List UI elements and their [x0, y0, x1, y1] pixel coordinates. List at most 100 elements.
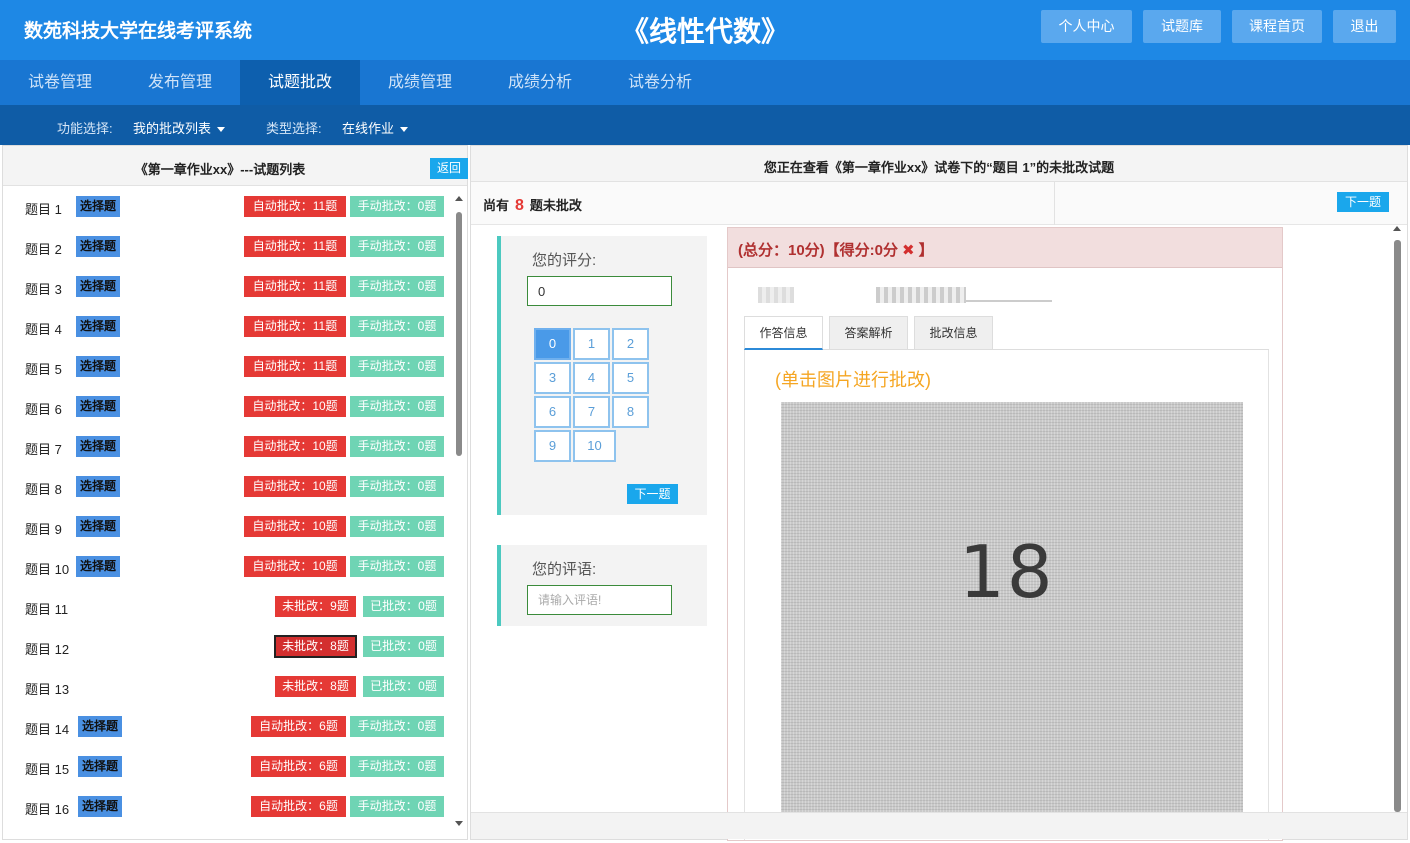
- scroll-up-icon[interactable]: [1393, 226, 1401, 231]
- score-option-1[interactable]: 1: [573, 328, 610, 360]
- question-row[interactable]: 题目 10 选择题 自动批改：10题 手动批改：0题: [3, 546, 453, 586]
- graded-badge[interactable]: 已批改：0题: [363, 676, 444, 697]
- question-row[interactable]: 题目 11 未批改：9题 已批改：0题: [3, 586, 453, 626]
- question-type-badge: 选择题: [76, 396, 121, 417]
- tab-grading-info[interactable]: 批改信息: [914, 316, 993, 350]
- auto-graded-badge[interactable]: 自动批改：10题: [244, 516, 346, 537]
- app-header: 数苑科技大学在线考评系统 《线性代数》 个人中心 试题库 课程首页 退出: [0, 0, 1410, 60]
- auto-graded-badge[interactable]: 自动批改：10题: [244, 476, 346, 497]
- manual-graded-badge[interactable]: 手动批改：0题: [350, 796, 444, 817]
- score-option-7[interactable]: 7: [573, 396, 610, 428]
- score-option-4[interactable]: 4: [573, 362, 610, 394]
- manual-graded-badge[interactable]: 手动批改：0题: [350, 556, 444, 577]
- question-label: 题目 10: [25, 562, 70, 577]
- manual-graded-badge[interactable]: 手动批改：0题: [350, 396, 444, 417]
- nav-paper-analysis[interactable]: 试卷分析: [600, 60, 720, 105]
- nav-question-grading[interactable]: 试题批改: [240, 60, 360, 105]
- question-row[interactable]: 题目 6 选择题 自动批改：10题 手动批改：0题: [3, 386, 453, 426]
- nav-publish-management[interactable]: 发布管理: [120, 60, 240, 105]
- click-image-hint: (单击图片进行批改): [775, 370, 931, 390]
- question-type-badge: 选择题: [76, 356, 121, 377]
- manual-graded-badge[interactable]: 手动批改：0题: [350, 716, 444, 737]
- question-row[interactable]: 题目 3 选择题 自动批改：11题 手动批改：0题: [3, 266, 453, 306]
- question-label: 题目 5: [25, 362, 62, 377]
- question-row[interactable]: 题目 13 未批改：8题 已批改：0题: [3, 666, 453, 706]
- question-row[interactable]: 题目 9 选择题 自动批改：10题 手动批改：0题: [3, 506, 453, 546]
- auto-graded-badge[interactable]: 自动批改：6题: [251, 796, 346, 817]
- question-row[interactable]: 题目 7 选择题 自动批改：10题 手动批改：0题: [3, 426, 453, 466]
- manual-graded-badge[interactable]: 手动批改：0题: [350, 276, 444, 297]
- auto-graded-badge[interactable]: 自动批改：6题: [251, 716, 346, 737]
- question-row[interactable]: 题目 14 选择题 自动批改：6题 手动批改：0题: [3, 706, 453, 746]
- manual-graded-badge[interactable]: 手动批改：0题: [350, 196, 444, 217]
- scroll-down-icon[interactable]: [455, 821, 463, 826]
- ungraded-badge[interactable]: 未批改：8题: [274, 635, 357, 658]
- score-input[interactable]: [527, 276, 672, 306]
- auto-graded-badge[interactable]: 自动批改：11题: [244, 356, 346, 377]
- blurred-student-name: [758, 287, 794, 303]
- ungraded-badge[interactable]: 未批改：8题: [275, 676, 356, 697]
- wrong-mark-icon: ✖: [902, 242, 915, 259]
- question-row[interactable]: 题目 4 选择题 自动批改：11题 手动批改：0题: [3, 306, 453, 346]
- nav-paper-management[interactable]: 试卷管理: [0, 60, 120, 105]
- score-option-5[interactable]: 5: [612, 362, 649, 394]
- auto-graded-badge[interactable]: 自动批改：11题: [244, 316, 346, 337]
- auto-graded-badge[interactable]: 自动批改：11题: [244, 196, 346, 217]
- back-button[interactable]: 返回: [430, 158, 468, 179]
- caret-down-icon: [400, 127, 409, 133]
- question-row[interactable]: 题目 15 选择题 自动批改：6题 手动批改：0题: [3, 746, 453, 786]
- manual-graded-badge[interactable]: 手动批改：0题: [350, 436, 444, 457]
- score-option-0[interactable]: 0: [534, 328, 571, 360]
- graded-badge[interactable]: 已批改：0题: [363, 636, 444, 657]
- question-row[interactable]: 题目 2 选择题 自动批改：11题 手动批改：0题: [3, 226, 453, 266]
- scrollbar-thumb[interactable]: [1394, 240, 1401, 812]
- nav-score-management[interactable]: 成绩管理: [360, 60, 480, 105]
- manual-graded-badge[interactable]: 手动批改：0题: [350, 476, 444, 497]
- question-row[interactable]: 题目 1 选择题 自动批改：11题 手动批改：0题: [3, 186, 453, 226]
- manual-graded-badge[interactable]: 手动批改：0题: [350, 316, 444, 337]
- main-nav: 试卷管理 发布管理 试题批改 成绩管理 成绩分析 试卷分析: [0, 60, 1410, 105]
- tab-answer-analysis[interactable]: 答案解析: [829, 316, 908, 350]
- question-list-scrollbar[interactable]: [454, 196, 464, 826]
- next-question-button[interactable]: 下一题: [627, 484, 678, 504]
- manual-graded-badge[interactable]: 手动批改：0题: [350, 756, 444, 777]
- score-option-10[interactable]: 10: [573, 430, 616, 462]
- grading-scrollbar[interactable]: [1392, 226, 1402, 816]
- course-home-button[interactable]: 课程首页: [1232, 10, 1322, 43]
- question-row[interactable]: 题目 12 未批改：8题 已批改：0题: [3, 626, 453, 666]
- graded-badge[interactable]: 已批改：0题: [363, 596, 444, 617]
- comment-input[interactable]: [527, 585, 672, 615]
- tab-answer-info[interactable]: 作答信息: [744, 316, 823, 350]
- auto-graded-badge[interactable]: 自动批改：10题: [244, 396, 346, 417]
- scroll-up-icon[interactable]: [455, 196, 463, 201]
- logout-button[interactable]: 退出: [1333, 10, 1396, 43]
- question-label: 题目 9: [25, 522, 62, 537]
- manual-graded-badge[interactable]: 手动批改：0题: [350, 516, 444, 537]
- personal-center-button[interactable]: 个人中心: [1041, 10, 1132, 43]
- score-option-9[interactable]: 9: [534, 430, 571, 462]
- score-option-2[interactable]: 2: [612, 328, 649, 360]
- auto-graded-badge[interactable]: 自动批改：11题: [244, 236, 346, 257]
- ungraded-badge[interactable]: 未批改：9题: [275, 596, 356, 617]
- score-option-6[interactable]: 6: [534, 396, 571, 428]
- question-row[interactable]: 题目 8 选择题 自动批改：10题 手动批改：0题: [3, 466, 453, 506]
- manual-graded-badge[interactable]: 手动批改：0题: [350, 236, 444, 257]
- question-row[interactable]: 题目 16 选择题 自动批改：6题 手动批改：0题: [3, 786, 453, 826]
- scrollbar-thumb[interactable]: [456, 212, 462, 456]
- type-select-dropdown[interactable]: 在线作业: [342, 118, 409, 137]
- score-option-3[interactable]: 3: [534, 362, 571, 394]
- answer-image[interactable]: 18: [781, 402, 1243, 822]
- auto-graded-badge[interactable]: 自动批改：10题: [244, 436, 346, 457]
- auto-graded-badge[interactable]: 自动批改：6题: [251, 756, 346, 777]
- question-bank-button[interactable]: 试题库: [1143, 10, 1221, 43]
- auto-graded-badge[interactable]: 自动批改：11题: [244, 276, 346, 297]
- manual-graded-badge[interactable]: 手动批改：0题: [350, 356, 444, 377]
- nav-score-analysis[interactable]: 成绩分析: [480, 60, 600, 105]
- comment-label: 您的评语:: [532, 561, 597, 578]
- next-question-top-button[interactable]: 下一题: [1337, 192, 1389, 212]
- auto-graded-badge[interactable]: 自动批改：10题: [244, 556, 346, 577]
- remaining-bar: 尚有 8 题未批改 下一题: [471, 182, 1407, 225]
- score-option-8[interactable]: 8: [612, 396, 649, 428]
- question-row[interactable]: 题目 5 选择题 自动批改：11题 手动批改：0题: [3, 346, 453, 386]
- function-select-dropdown[interactable]: 我的批改列表: [133, 118, 226, 137]
